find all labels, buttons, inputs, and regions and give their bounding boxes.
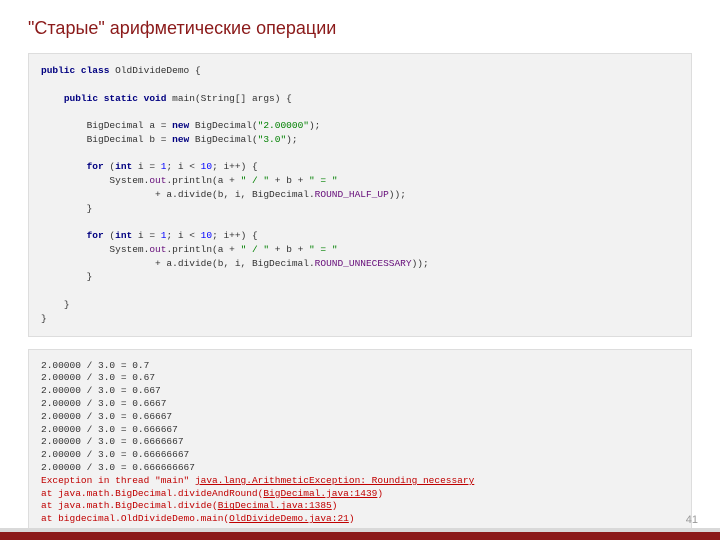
slide-title: "Старые" арифметические операции <box>28 18 692 39</box>
output-block: 2.00000 / 3.0 = 0.7 2.00000 / 3.0 = 0.67… <box>28 349 692 538</box>
exception-line: Exception in thread "main" java.lang.Ari… <box>41 475 474 486</box>
page-number: 41 <box>686 514 698 526</box>
output-line: 2.00000 / 3.0 = 0.667 <box>41 385 161 396</box>
exception-line: at bigdecimal.OldDivideDemo.main(OldDivi… <box>41 513 355 524</box>
output-line: 2.00000 / 3.0 = 0.66666667 <box>41 449 189 460</box>
output-line: 2.00000 / 3.0 = 0.6666667 <box>41 436 184 447</box>
output-line: 2.00000 / 3.0 = 0.666667 <box>41 424 178 435</box>
exception-line: at java.math.BigDecimal.divide(BigDecima… <box>41 500 337 511</box>
output-line: 2.00000 / 3.0 = 0.7 <box>41 360 149 371</box>
output-line: 2.00000 / 3.0 = 0.66667 <box>41 411 172 422</box>
slide: "Старые" арифметические операции public … <box>0 0 720 540</box>
footer-bar <box>0 532 720 540</box>
code-block: public class OldDivideDemo { public stat… <box>28 53 692 337</box>
output-line: 2.00000 / 3.0 = 0.6667 <box>41 398 166 409</box>
exception-line: at java.math.BigDecimal.divideAndRound(B… <box>41 488 383 499</box>
output-line: 2.00000 / 3.0 = 0.67 <box>41 372 155 383</box>
output-line: 2.00000 / 3.0 = 0.666666667 <box>41 462 195 473</box>
